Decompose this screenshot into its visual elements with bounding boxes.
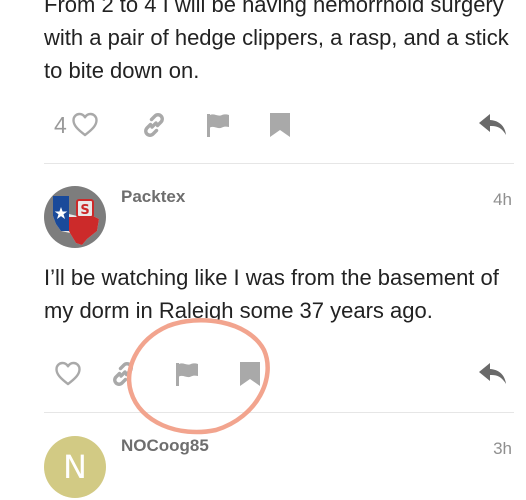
username[interactable]: NOCoog85: [121, 436, 209, 456]
reply-icon: [478, 112, 508, 138]
reply-icon: [478, 361, 508, 387]
avatar-letter: N: [63, 448, 87, 486]
post-body-text: I’ll be watching like I was from the bas…: [44, 265, 499, 323]
link-icon: [140, 111, 168, 139]
post-body-text: From 2 to 4 I will be having hemorrhoid …: [44, 0, 509, 83]
bookmark-icon: [268, 111, 292, 139]
reply-button[interactable]: [478, 354, 508, 394]
post-timestamp[interactable]: 4h: [493, 190, 512, 210]
flag-icon: [204, 111, 232, 139]
reply-button[interactable]: [478, 105, 508, 145]
svg-text:S: S: [80, 203, 89, 218]
bookmark-button[interactable]: [268, 105, 292, 145]
avatar[interactable]: S: [44, 186, 106, 248]
like-count: 4: [54, 111, 67, 138]
post-divider: [44, 412, 514, 413]
copy-link-button[interactable]: [140, 105, 168, 145]
heart-icon: [54, 361, 82, 387]
avatar[interactable]: N: [44, 436, 106, 498]
post-actions: 4: [44, 105, 514, 145]
like-button[interactable]: [54, 354, 82, 394]
post-actions: [44, 354, 514, 394]
post-timestamp[interactable]: 3h: [493, 439, 512, 459]
flag-button[interactable]: [204, 105, 232, 145]
post-divider: [44, 163, 514, 164]
heart-icon: [71, 112, 99, 138]
username[interactable]: Packtex: [121, 187, 185, 207]
like-button[interactable]: 4: [54, 105, 99, 145]
annotation-circle: [126, 318, 270, 435]
